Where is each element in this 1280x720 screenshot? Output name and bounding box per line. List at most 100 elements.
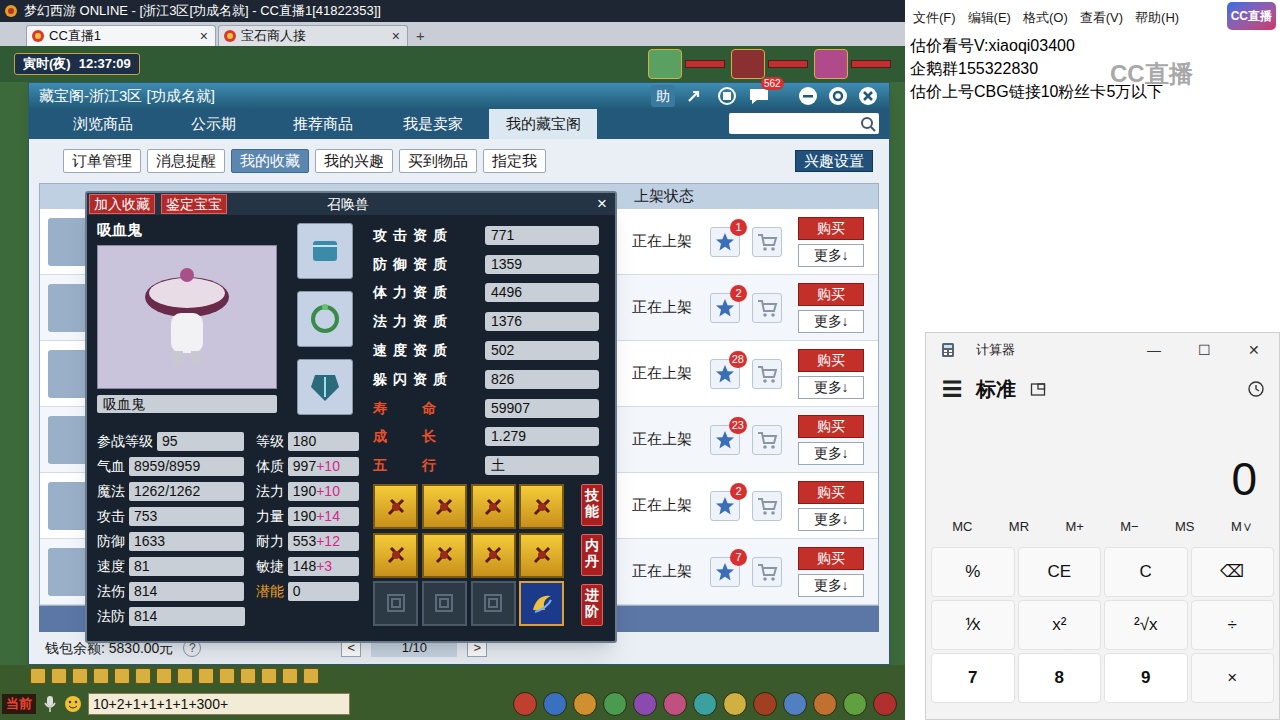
side-tab-button[interactable]: 进阶: [581, 584, 603, 626]
skill-slot[interactable]: [373, 581, 418, 626]
emoji-icon[interactable]: [64, 695, 82, 713]
calc-key[interactable]: x²: [1018, 600, 1102, 650]
skill-slot[interactable]: [519, 533, 564, 578]
favorite-button[interactable]: 23: [710, 425, 740, 455]
portrait[interactable]: [731, 49, 808, 79]
memory-button[interactable]: M∨: [1231, 517, 1253, 537]
calc-key[interactable]: 7: [931, 653, 1015, 703]
function-button[interactable]: [813, 692, 837, 716]
tab-close-button[interactable]: ×: [197, 26, 211, 47]
interest-settings-button[interactable]: 兴趣设置: [795, 150, 873, 172]
skill-slot[interactable]: [519, 581, 564, 626]
toolbar-button[interactable]: [303, 668, 319, 684]
toolbar-button[interactable]: [240, 668, 256, 684]
menu-item[interactable]: 编辑(E): [968, 8, 1011, 28]
favorite-button[interactable]: 1: [710, 227, 740, 257]
buy-button[interactable]: 购买: [798, 547, 864, 570]
memory-button[interactable]: MS: [1175, 517, 1195, 537]
memory-button[interactable]: MR: [1009, 517, 1029, 537]
calc-key[interactable]: ⌫: [1191, 547, 1275, 597]
toolbar-button[interactable]: [177, 668, 193, 684]
more-button[interactable]: 更多↓: [798, 376, 864, 399]
portrait[interactable]: [648, 49, 725, 79]
more-button[interactable]: 更多↓: [798, 508, 864, 531]
minimize-icon[interactable]: [797, 85, 819, 107]
cart-icon[interactable]: [752, 293, 782, 323]
function-button[interactable]: [543, 692, 567, 716]
subtab[interactable]: 我的兴趣: [315, 149, 393, 173]
subtab[interactable]: 订单管理: [63, 149, 141, 173]
browser-tab[interactable]: 宝石商人接×: [218, 25, 408, 46]
toolbar-button[interactable]: [51, 668, 67, 684]
more-button[interactable]: 更多↓: [798, 310, 864, 333]
amulet-icon[interactable]: [297, 359, 353, 415]
side-tab-button[interactable]: 技能: [581, 484, 603, 526]
memory-button[interactable]: MC: [952, 517, 972, 537]
function-button[interactable]: [753, 692, 777, 716]
calc-key[interactable]: ÷: [1191, 600, 1275, 650]
menu-item[interactable]: 帮助(H): [1135, 8, 1179, 28]
skill-slot[interactable]: [471, 484, 516, 529]
function-button[interactable]: [603, 692, 627, 716]
skill-slot[interactable]: [422, 484, 467, 529]
toolbar-button[interactable]: [72, 668, 88, 684]
help-button[interactable]: 助: [651, 85, 675, 107]
favorite-button[interactable]: 2: [710, 491, 740, 521]
toolbar-button[interactable]: [30, 668, 46, 684]
calc-key[interactable]: %: [931, 547, 1015, 597]
armor-icon[interactable]: [297, 223, 353, 279]
cbg-tab[interactable]: 推荐商品: [269, 109, 377, 139]
browser-tab[interactable]: CC直播1×: [26, 25, 216, 46]
more-button[interactable]: 更多↓: [798, 244, 864, 267]
tab-close-button[interactable]: ×: [389, 26, 403, 47]
add-favorite-button[interactable]: 加入收藏: [89, 194, 155, 214]
function-button[interactable]: [873, 692, 897, 716]
subtab[interactable]: 指定我: [483, 149, 546, 173]
subtab[interactable]: 买到物品: [399, 149, 477, 173]
function-button[interactable]: [513, 692, 537, 716]
function-button[interactable]: [633, 692, 657, 716]
toolbar-button[interactable]: [114, 668, 130, 684]
cart-icon[interactable]: [752, 359, 782, 389]
navigation-menu-button[interactable]: ☰: [942, 374, 962, 404]
function-button[interactable]: [723, 692, 747, 716]
cart-icon[interactable]: [752, 227, 782, 257]
search-field[interactable]: [729, 113, 879, 134]
skill-slot[interactable]: [471, 581, 516, 626]
buy-button[interactable]: 购买: [798, 217, 864, 240]
keep-on-top-icon[interactable]: [1030, 381, 1046, 397]
favorite-button[interactable]: 2: [710, 293, 740, 323]
calc-key[interactable]: ⅟x: [931, 600, 1015, 650]
function-button[interactable]: [693, 692, 717, 716]
new-tab-button[interactable]: +: [410, 26, 431, 46]
favorite-button[interactable]: 7: [710, 557, 740, 587]
cbg-tab[interactable]: 公示期: [159, 109, 267, 139]
more-button[interactable]: 更多↓: [798, 574, 864, 597]
toolbar-button[interactable]: [219, 668, 235, 684]
calc-key[interactable]: 9: [1104, 653, 1188, 703]
calc-key[interactable]: CE: [1018, 547, 1102, 597]
calc-key[interactable]: ²√x: [1104, 600, 1188, 650]
menu-item[interactable]: 格式(O): [1023, 8, 1068, 28]
subtab[interactable]: 我的收藏: [231, 149, 309, 173]
maximize-button[interactable]: ☐: [1179, 340, 1229, 361]
notepad-text[interactable]: 估价看号V:xiaoqi03400企鹅群155322830估价上号CBG链接10…: [905, 30, 1280, 103]
memory-button[interactable]: M−: [1120, 517, 1138, 537]
toolbar-button[interactable]: [93, 668, 109, 684]
messages-button[interactable]: 562: [747, 85, 781, 107]
chat-input[interactable]: 10+2+1+1+1+1+300+: [88, 693, 350, 715]
function-button[interactable]: [843, 692, 867, 716]
calc-key[interactable]: 8: [1018, 653, 1102, 703]
microphone-icon[interactable]: [42, 695, 58, 713]
portrait[interactable]: [814, 49, 891, 79]
subtab[interactable]: 消息提醒: [147, 149, 225, 173]
calc-key[interactable]: C: [1104, 547, 1188, 597]
toolbar-button[interactable]: [261, 668, 277, 684]
buy-button[interactable]: 购买: [798, 415, 864, 438]
buy-button[interactable]: 购买: [798, 349, 864, 372]
chat-channel[interactable]: 当前: [2, 694, 36, 714]
menu-item[interactable]: 查看(V): [1080, 8, 1123, 28]
skill-slot[interactable]: [471, 533, 516, 578]
toolbar-button[interactable]: [282, 668, 298, 684]
side-tab-button[interactable]: 内丹: [581, 534, 603, 576]
